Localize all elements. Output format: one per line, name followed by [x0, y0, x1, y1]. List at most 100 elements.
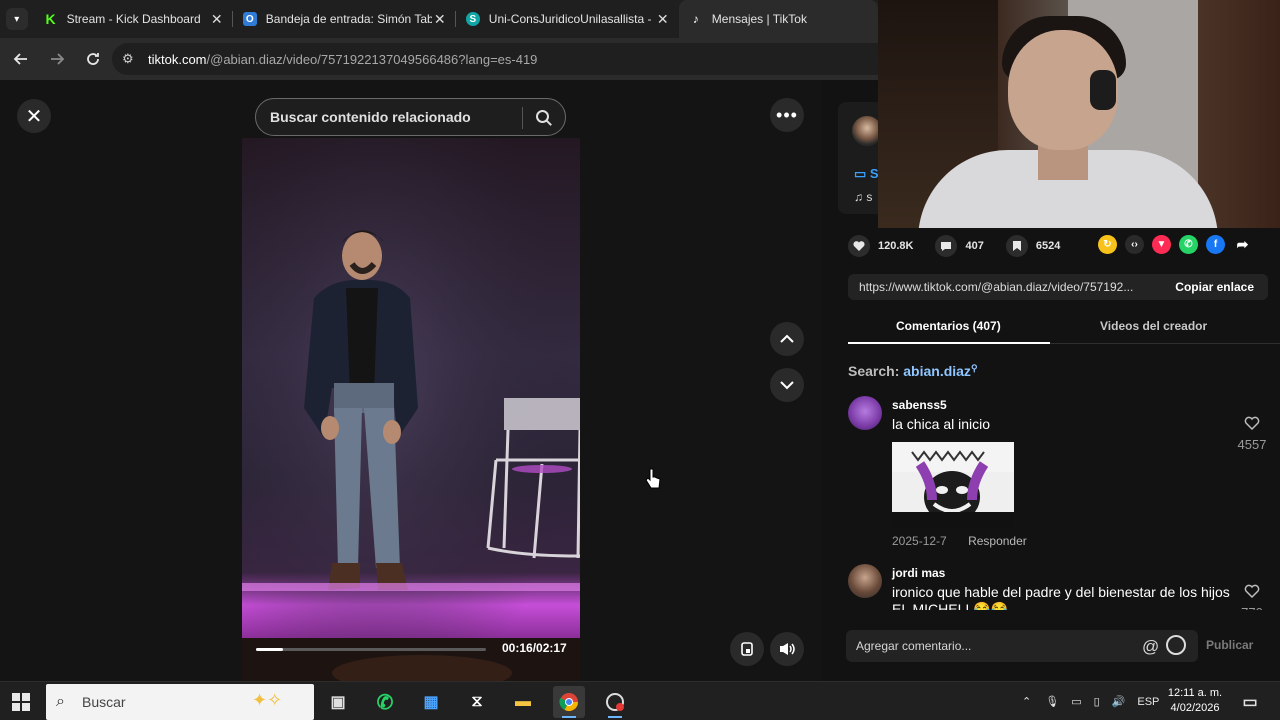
comment-like-button[interactable]: 4557 [1232, 416, 1272, 452]
like-action[interactable]: 120.8K [848, 235, 913, 257]
close-tab-icon[interactable]: ✕ [432, 11, 448, 28]
heart-icon [848, 235, 870, 257]
tab-title: Uni-ConsJuridicoUnilasallista - ( [488, 12, 655, 26]
webcam-overlay [878, 0, 1280, 228]
mention-icon[interactable]: @ [1142, 637, 1159, 657]
add-comment-input[interactable]: Agregar comentario... @ [846, 630, 1198, 662]
tab-creator-videos[interactable]: Videos del creador [1100, 319, 1207, 333]
comment-meta: 2025-12-7 Responder [892, 534, 1045, 548]
taskbar-search[interactable]: ⌕ Buscar ✦✧ [46, 684, 314, 720]
commenter-avatar[interactable] [848, 564, 882, 598]
tab-title: Mensajes | TikTok [711, 12, 807, 26]
search-small-icon: ⚲ [970, 363, 978, 373]
webcam-headphones [1090, 70, 1116, 110]
video-player-area: ✕ Buscar contenido relacionado ••• 00:16… [0, 80, 822, 681]
copy-link-button[interactable]: Copiar enlace [1165, 280, 1268, 294]
volume-button[interactable] [770, 632, 804, 666]
emoji-icon[interactable] [1166, 635, 1186, 655]
whatsapp-icon[interactable]: ✆ [369, 686, 401, 718]
repost-icon[interactable]: ↻ [1098, 235, 1117, 254]
tab-outlook[interactable]: O Bandeja de entrada: Simón Tab ✕ [233, 0, 456, 38]
chevron-down-icon [780, 381, 794, 390]
tab-kick[interactable]: K Stream - Kick Dashboard ✕ [34, 0, 233, 38]
clock-time: 12:11 a. m. [1167, 687, 1223, 699]
close-tab-icon[interactable]: ✕ [209, 11, 225, 28]
video-link[interactable]: https://www.tiktok.com/@abian.diaz/video… [848, 280, 1165, 294]
microphone-icon[interactable]: 🎙 [1045, 695, 1059, 708]
close-icon: ✕ [25, 105, 43, 128]
tab-search-button[interactable]: ▾ [0, 0, 34, 38]
video-frame[interactable] [242, 138, 580, 681]
chrome-icon[interactable] [553, 686, 585, 718]
search-suggestion[interactable]: Search: abian.diaz⚲ [848, 363, 978, 379]
start-button[interactable] [12, 693, 30, 711]
network-icon[interactable]: ▭ [1071, 695, 1081, 708]
battery-icon[interactable]: ▯ [1094, 695, 1100, 708]
floating-player-button[interactable] [730, 632, 764, 666]
capcut-icon[interactable]: ⧖ [461, 686, 493, 718]
share-arrow-icon[interactable]: ➦ [1233, 235, 1252, 254]
outlook-icon: O [242, 12, 257, 26]
pip-icon [741, 642, 753, 656]
chevron-down-icon: ▾ [5, 8, 28, 30]
comment-username[interactable]: jordi mas [892, 566, 945, 580]
search-prefix: Search: [848, 363, 900, 379]
commenter-avatar[interactable] [848, 396, 882, 430]
active-app-indicator [608, 716, 622, 718]
share-options: ↻ ‹› ▼ ✆ f ➦ [1098, 235, 1260, 254]
input-language[interactable]: ESP [1137, 696, 1159, 708]
comments-count: 407 [965, 240, 984, 252]
whatsapp-icon[interactable]: ✆ [1179, 235, 1198, 254]
store-icon[interactable]: ▦ [415, 686, 447, 718]
publish-button[interactable]: Publicar [1206, 638, 1253, 652]
task-view-icon[interactable]: ▣ [322, 686, 354, 718]
clock[interactable]: 12:11 a. m. 4/02/2026 [1164, 686, 1226, 716]
speaker-icon[interactable]: 🔊 [1112, 695, 1126, 708]
video-time: 00:16/02:17 [502, 641, 567, 655]
tab-sharepoint[interactable]: S Uni-ConsJuridicoUnilasallista - ( ✕ [456, 0, 679, 38]
tiktok-icon: ♪ [692, 12, 699, 26]
notifications-icon[interactable]: ▭ [1234, 686, 1266, 718]
reply-button[interactable]: Responder [968, 534, 1027, 548]
facebook-icon[interactable]: f [1206, 235, 1225, 254]
comment-sticker-image[interactable] [892, 442, 1014, 527]
previous-video-button[interactable] [770, 322, 804, 356]
link-bar: https://www.tiktok.com/@abian.diaz/video… [848, 274, 1268, 300]
navigation-bar: ⚙ tiktok.com/@abian.diaz/video/757192213… [0, 38, 878, 80]
back-button[interactable] [4, 42, 38, 76]
address-bar[interactable]: ⚙ tiktok.com/@abian.diaz/video/757192213… [112, 43, 878, 75]
saves-count: 6524 [1035, 240, 1061, 252]
video-progress-fill [256, 648, 283, 651]
search-icon[interactable] [534, 108, 554, 128]
comment-username[interactable]: sabenss5 [892, 398, 947, 412]
close-tab-icon[interactable]: ✕ [655, 11, 671, 28]
next-video-button[interactable] [770, 368, 804, 402]
tab-tiktok[interactable]: ♪ Mensajes | TikTok [678, 0, 878, 38]
obs-icon[interactable] [599, 686, 631, 718]
save-action[interactable]: 6524 [1005, 235, 1061, 257]
search-term: abian.diaz [903, 363, 971, 379]
more-options-button[interactable]: ••• [770, 98, 804, 132]
reload-icon [87, 53, 99, 65]
back-arrow-icon [13, 53, 27, 65]
file-explorer-icon[interactable]: ▬ [507, 686, 539, 718]
related-search-input[interactable]: Buscar contenido relacionado [255, 98, 566, 136]
forward-button[interactable] [40, 42, 74, 76]
chevron-up-icon[interactable]: ⌃ [1022, 695, 1031, 708]
heart-outline-icon [1244, 584, 1260, 599]
tab-comments[interactable]: Comentarios (407) [896, 319, 1001, 333]
send-icon[interactable]: ▼ [1152, 235, 1171, 254]
video-progress-bar[interactable] [256, 648, 486, 651]
likes-count: 120.8K [878, 240, 914, 252]
close-button[interactable]: ✕ [17, 99, 51, 133]
tab-bar: ▾ K Stream - Kick Dashboard ✕ O Bandeja … [0, 0, 878, 38]
video-still [242, 138, 580, 681]
reload-button[interactable] [76, 42, 110, 76]
comment-like-button[interactable]: 770 [1232, 584, 1272, 610]
comment-text: ironico que hable del padre y del bienes… [892, 584, 1230, 610]
comment-text: la chica al inicio [892, 416, 991, 432]
site-info-icon[interactable]: ⚙ [122, 51, 140, 67]
comment-action[interactable]: 407 [935, 235, 984, 257]
embed-icon[interactable]: ‹› [1125, 235, 1144, 254]
comment-like-count: 4557 [1237, 437, 1267, 452]
